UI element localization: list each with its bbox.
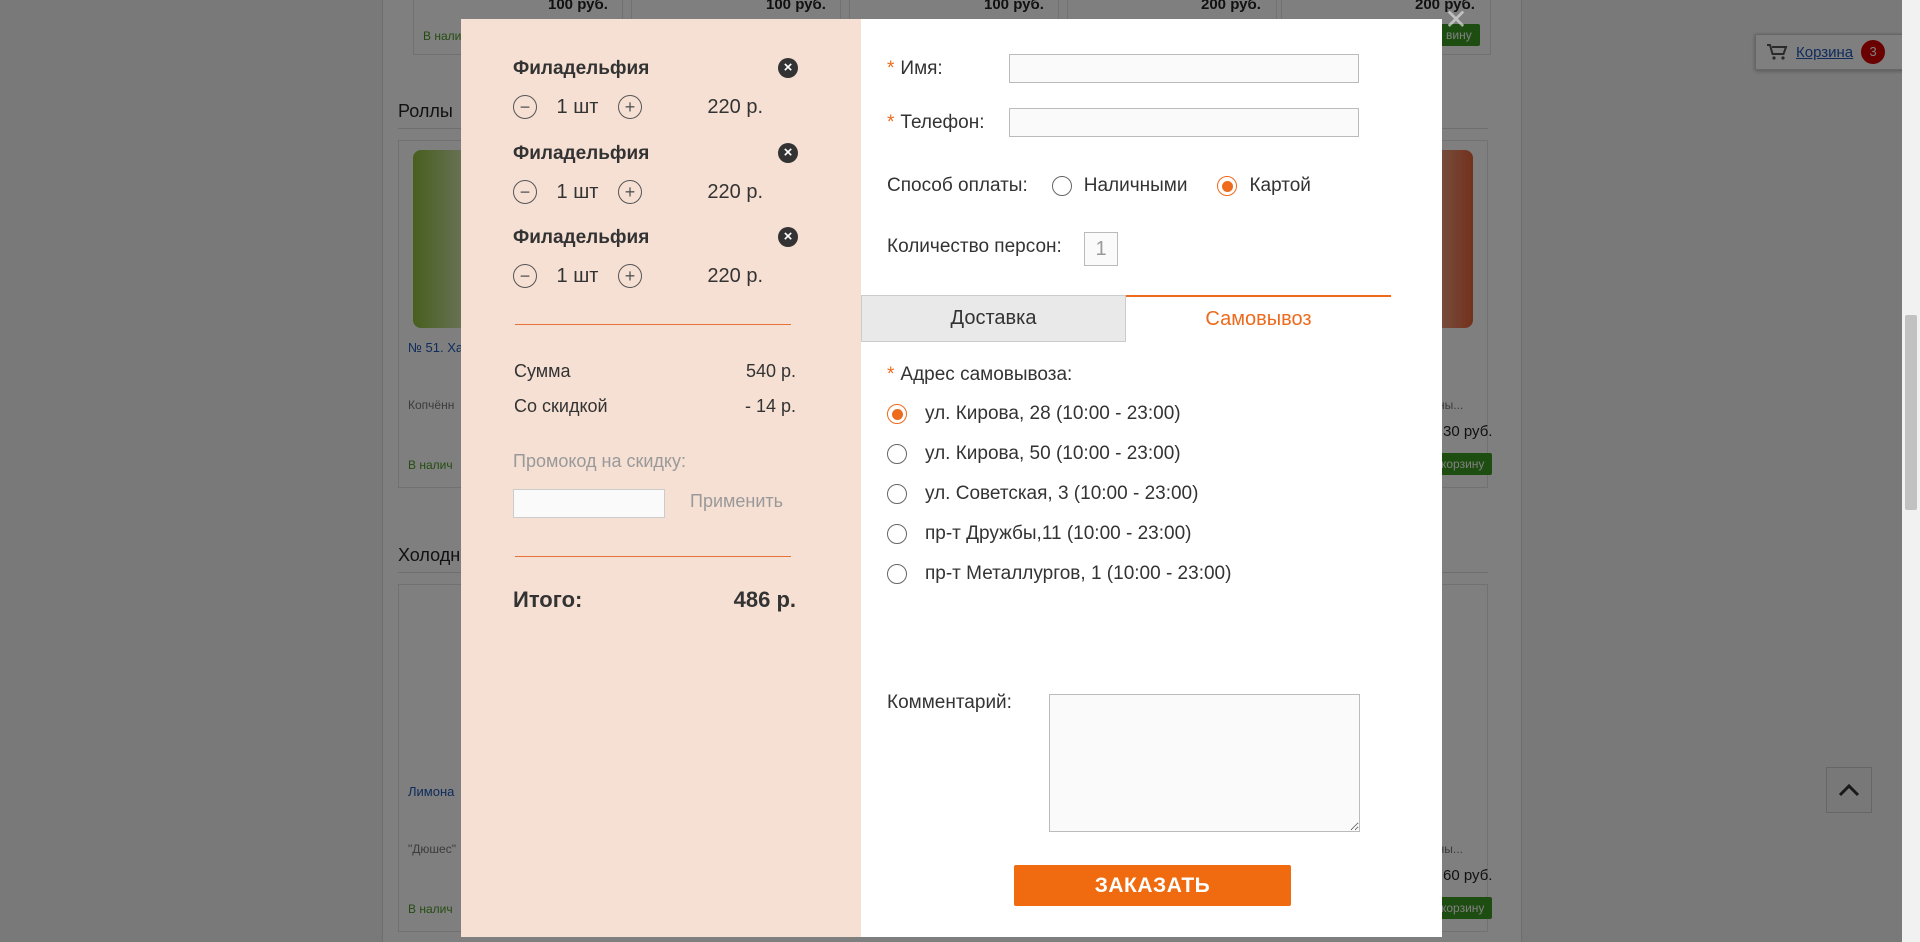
remove-item-icon[interactable]: ×	[778, 143, 798, 163]
pickup-option-label[interactable]: ул. Кирова, 28 (10:00 - 23:00)	[925, 403, 1181, 425]
cart-item-price: 220 р.	[707, 180, 763, 203]
radio-card[interactable]	[1217, 176, 1238, 196]
pickup-option[interactable]: ул. Советская, 3 (10:00 - 23:00)	[887, 483, 1198, 505]
sum-value: 540 р.	[745, 361, 796, 381]
apply-promo-button[interactable]: Применить	[690, 491, 783, 512]
cart-item: Филадельфия × − 1 шт + 220 р.	[513, 227, 798, 288]
increase-quantity-button[interactable]: +	[618, 264, 642, 288]
scrollbar-thumb[interactable]	[1905, 315, 1917, 510]
total-label: Итого:	[513, 587, 583, 612]
total-value: 486 р.	[733, 587, 796, 612]
delivery-tabs: Доставка Самовывоз	[861, 295, 1391, 342]
discount-label: Со скидкой	[514, 396, 608, 416]
order-form: * Имя: * Телефон: Способ оплаты: Наличными…	[861, 19, 1442, 937]
remove-item-icon[interactable]: ×	[778, 227, 798, 247]
sum-row: Сумма 540 р.	[514, 361, 796, 382]
radio-button[interactable]	[887, 484, 907, 504]
name-label: * Имя:	[887, 58, 943, 79]
payment-option-cash[interactable]: Наличными	[1084, 175, 1188, 197]
divider	[515, 324, 791, 325]
pickup-address-label: * Адрес самовывоза:	[887, 364, 1073, 385]
radio-cash[interactable]	[1051, 176, 1072, 196]
radio-button[interactable]	[887, 524, 907, 544]
divider	[515, 556, 791, 557]
cart-item-price: 220 р.	[707, 264, 763, 287]
cart-item: Филадельфия × − 1 шт + 220 р.	[513, 58, 798, 119]
page-scrollbar[interactable]	[1902, 0, 1920, 942]
discount-row: Со скидкой - 14 р.	[514, 396, 796, 417]
close-icon[interactable]: ✕	[1442, 6, 1470, 34]
increase-quantity-button[interactable]: +	[618, 180, 642, 204]
pickup-option[interactable]: ул. Кирова, 50 (10:00 - 23:00)	[887, 443, 1181, 465]
payment-label: Способ оплаты:	[887, 175, 1028, 196]
pickup-option-label[interactable]: ул. Советская, 3 (10:00 - 23:00)	[925, 483, 1198, 505]
promo-label: Промокод на скидку:	[513, 451, 687, 471]
cart-summary-panel: Филадельфия × − 1 шт + 220 р. Филадельфи…	[461, 19, 861, 937]
persons-field[interactable]: 1	[1084, 232, 1118, 266]
item-quantity: 1 шт	[556, 180, 599, 203]
tab-pickup[interactable]: Самовывоз	[1126, 295, 1391, 342]
decrease-quantity-button[interactable]: −	[513, 95, 537, 119]
quantity-stepper: − 1 шт + 220 р.	[513, 179, 798, 205]
cart-item-name: Филадельфия	[513, 143, 650, 164]
quantity-stepper: − 1 шт + 220 р.	[513, 263, 798, 289]
tab-delivery[interactable]: Доставка	[861, 295, 1126, 342]
radio-button[interactable]	[887, 564, 907, 584]
payment-method: Способ оплаты: Наличными Картой	[887, 175, 1311, 197]
cart-item-price: 220 р.	[707, 95, 763, 118]
pickup-option-label[interactable]: пр-т Дружбы,11 (10:00 - 23:00)	[925, 523, 1191, 545]
total-row: Итого: 486 р.	[513, 587, 796, 613]
pickup-option[interactable]: пр-т Металлургов, 1 (10:00 - 23:00)	[887, 563, 1231, 585]
persons-label: Количество персон:	[887, 236, 1062, 257]
phone-field[interactable]	[1009, 108, 1359, 137]
item-quantity: 1 шт	[556, 264, 599, 287]
name-field[interactable]	[1009, 54, 1359, 83]
payment-option-card[interactable]: Картой	[1249, 175, 1310, 197]
remove-item-icon[interactable]: ×	[778, 58, 798, 78]
cart-item-name: Филадельфия	[513, 227, 650, 248]
item-quantity: 1 шт	[556, 95, 599, 118]
comment-field[interactable]	[1049, 694, 1360, 832]
quantity-stepper: − 1 шт + 220 р.	[513, 94, 798, 120]
pickup-option[interactable]: пр-т Дружбы,11 (10:00 - 23:00)	[887, 523, 1191, 545]
promo-code-input[interactable]	[513, 489, 665, 518]
phone-label: * Телефон:	[887, 112, 985, 133]
radio-button[interactable]	[887, 444, 907, 464]
decrease-quantity-button[interactable]: −	[513, 264, 537, 288]
sum-label: Сумма	[514, 361, 571, 381]
discount-value: - 14 р.	[744, 396, 796, 416]
decrease-quantity-button[interactable]: −	[513, 180, 537, 204]
submit-order-button[interactable]: ЗАКАЗАТЬ	[1014, 865, 1291, 906]
increase-quantity-button[interactable]: +	[618, 95, 642, 119]
checkout-modal: Филадельфия × − 1 шт + 220 р. Филадельфи…	[461, 19, 1442, 937]
cart-item-name: Филадельфия	[513, 58, 650, 79]
radio-button[interactable]	[887, 404, 907, 424]
pickup-option-label[interactable]: пр-т Металлургов, 1 (10:00 - 23:00)	[925, 563, 1231, 585]
comment-label: Комментарий:	[887, 692, 1012, 713]
cart-item: Филадельфия × − 1 шт + 220 р.	[513, 143, 798, 204]
pickup-option-label[interactable]: ул. Кирова, 50 (10:00 - 23:00)	[925, 443, 1181, 465]
pickup-option[interactable]: ул. Кирова, 28 (10:00 - 23:00)	[887, 403, 1181, 425]
